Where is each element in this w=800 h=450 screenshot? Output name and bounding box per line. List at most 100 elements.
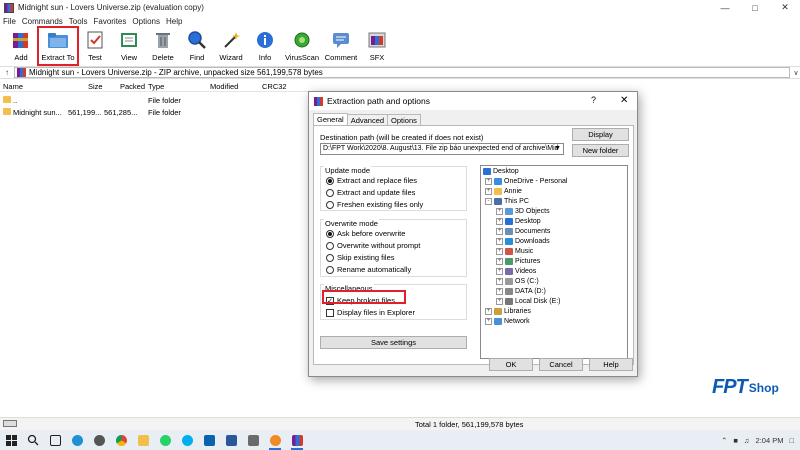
expand-icon[interactable]: + [496, 298, 503, 305]
expand-icon[interactable]: + [496, 218, 503, 225]
table-row[interactable]: Midnight sun... 561,199... 561,285... Fi… [0, 106, 310, 118]
col-type[interactable]: Type [148, 82, 164, 91]
search-icon[interactable] [22, 430, 44, 450]
edge-icon[interactable] [66, 430, 88, 450]
volume-icon[interactable]: ♫ [744, 436, 750, 445]
expand-icon[interactable]: + [496, 238, 503, 245]
radio-rename-auto[interactable]: Rename automatically [326, 265, 411, 274]
archive-path-field[interactable]: Midnight sun - Lovers Universe.zip - ZIP… [14, 67, 790, 78]
tree-node[interactable]: + OS (C:) [496, 278, 539, 285]
dialog-help-icon[interactable]: ? [591, 95, 596, 105]
network-icon[interactable]: ■ [733, 436, 738, 445]
chevron-down-icon[interactable]: ∨ [792, 69, 800, 77]
tree-node[interactable]: + Libraries [485, 308, 531, 315]
table-row[interactable]: .. File folder [0, 94, 310, 106]
windows-start-icon[interactable] [0, 430, 22, 450]
folder-tree[interactable]: Desktop + OneDrive - Personal + Annie - This P… [480, 165, 628, 359]
tree-node[interactable]: Desktop [483, 168, 519, 175]
delete-button[interactable]: Delete [146, 27, 180, 65]
expand-icon[interactable]: + [485, 188, 492, 195]
tab-general[interactable]: General [313, 113, 348, 125]
sfx-button[interactable]: SFX [360, 27, 394, 65]
radio-ask-before[interactable]: Ask before overwrite [326, 229, 405, 238]
radio-extract-replace[interactable]: Extract and replace files [326, 176, 417, 185]
tree-node[interactable]: + Music [496, 248, 533, 255]
app-icon-orange[interactable] [264, 430, 286, 450]
store-icon[interactable] [242, 430, 264, 450]
menu-help[interactable]: Help [166, 17, 182, 26]
tree-node[interactable]: + Annie [485, 188, 522, 195]
chevron-down-icon[interactable]: ▼ [554, 145, 561, 152]
comment-button[interactable]: Comment [322, 27, 360, 65]
minimize-button[interactable]: — [710, 0, 740, 15]
tree-node[interactable]: + Downloads [496, 238, 550, 245]
file-explorer-icon[interactable] [132, 430, 154, 450]
ok-button[interactable]: OK [489, 358, 533, 371]
outlook-icon[interactable] [198, 430, 220, 450]
info-button[interactable]: Info [248, 27, 282, 65]
test-button[interactable]: Test [78, 27, 112, 65]
extract-to-button[interactable]: Extract To [37, 26, 79, 66]
col-packed[interactable]: Packed [120, 82, 145, 91]
radio-overwrite-without-prompt[interactable]: Overwrite without prompt [326, 241, 420, 250]
tree-node[interactable]: + Desktop [496, 218, 541, 225]
notification-icon[interactable]: □ [789, 436, 794, 445]
tree-node[interactable]: + Network [485, 318, 530, 325]
tree-node[interactable]: +3D Objects [496, 208, 550, 215]
col-crc32[interactable]: CRC32 [262, 82, 287, 91]
expand-icon[interactable]: + [485, 308, 492, 315]
expand-icon[interactable]: + [485, 318, 492, 325]
expand-icon[interactable]: + [496, 228, 503, 235]
tab-advanced[interactable]: Advanced [346, 114, 389, 125]
col-modified[interactable]: Modified [210, 82, 238, 91]
menu-tools[interactable]: Tools [69, 17, 88, 26]
tree-node[interactable]: + Local Disk (E:) [496, 298, 561, 305]
dialog-close-icon[interactable]: ✕ [620, 95, 628, 106]
menu-favorites[interactable]: Favorites [93, 17, 126, 26]
close-button[interactable]: ✕ [770, 0, 800, 15]
clock[interactable]: 2:04 PM [756, 436, 784, 445]
expand-icon[interactable]: + [496, 288, 503, 295]
tree-node[interactable]: + Pictures [496, 258, 540, 265]
virusscan-button[interactable]: VirusScan [282, 27, 322, 65]
tree-node[interactable]: + Videos [496, 268, 536, 275]
expand-icon[interactable]: + [496, 268, 503, 275]
add-button[interactable]: Add [4, 27, 38, 65]
radio-extract-update[interactable]: Extract and update files [326, 188, 415, 197]
menu-options[interactable]: Options [132, 17, 160, 26]
expand-icon[interactable]: + [496, 248, 503, 255]
help-button[interactable]: Help [589, 358, 633, 371]
whatsapp-icon[interactable] [154, 430, 176, 450]
expand-icon[interactable]: + [485, 178, 492, 185]
find-button[interactable]: Find [180, 27, 214, 65]
chevron-up-icon[interactable]: ⌃ [721, 436, 727, 445]
tab-options[interactable]: Options [387, 114, 421, 125]
up-arrow-icon[interactable]: ↑ [0, 68, 14, 77]
menu-commands[interactable]: Commands [22, 17, 63, 26]
view-button[interactable]: View [112, 27, 146, 65]
radio-skip-existing[interactable]: Skip existing files [326, 253, 395, 262]
col-size[interactable]: Size [88, 82, 103, 91]
tree-node[interactable]: - This PC [485, 198, 529, 205]
expand-icon[interactable]: + [496, 208, 503, 215]
winrar-taskbar-icon[interactable] [286, 430, 308, 450]
new-folder-button[interactable]: New folder [572, 144, 629, 157]
collapse-icon[interactable]: - [485, 198, 492, 205]
chrome-icon[interactable] [110, 430, 132, 450]
menu-file[interactable]: File [3, 17, 16, 26]
expand-icon[interactable]: + [496, 258, 503, 265]
skype-icon[interactable] [176, 430, 198, 450]
destination-path-combo[interactable]: D:\FPT Work\2020\8. August\13. File zip … [320, 143, 564, 155]
wizard-button[interactable]: Wizard [214, 27, 248, 65]
col-name[interactable]: Name [3, 82, 23, 91]
expand-icon[interactable]: + [496, 278, 503, 285]
maximize-button[interactable]: □ [740, 0, 770, 15]
tree-node[interactable]: + OneDrive - Personal [485, 178, 567, 185]
tree-node[interactable]: + Documents [496, 228, 550, 235]
word-icon[interactable] [220, 430, 242, 450]
display-button[interactable]: Display [572, 128, 629, 141]
radio-freshen-existing[interactable]: Freshen existing files only [326, 200, 423, 209]
display-in-explorer-checkbox[interactable]: Display files in Explorer [326, 308, 415, 317]
tree-node[interactable]: + DATA (D:) [496, 288, 546, 295]
save-settings-button[interactable]: Save settings [320, 336, 467, 349]
